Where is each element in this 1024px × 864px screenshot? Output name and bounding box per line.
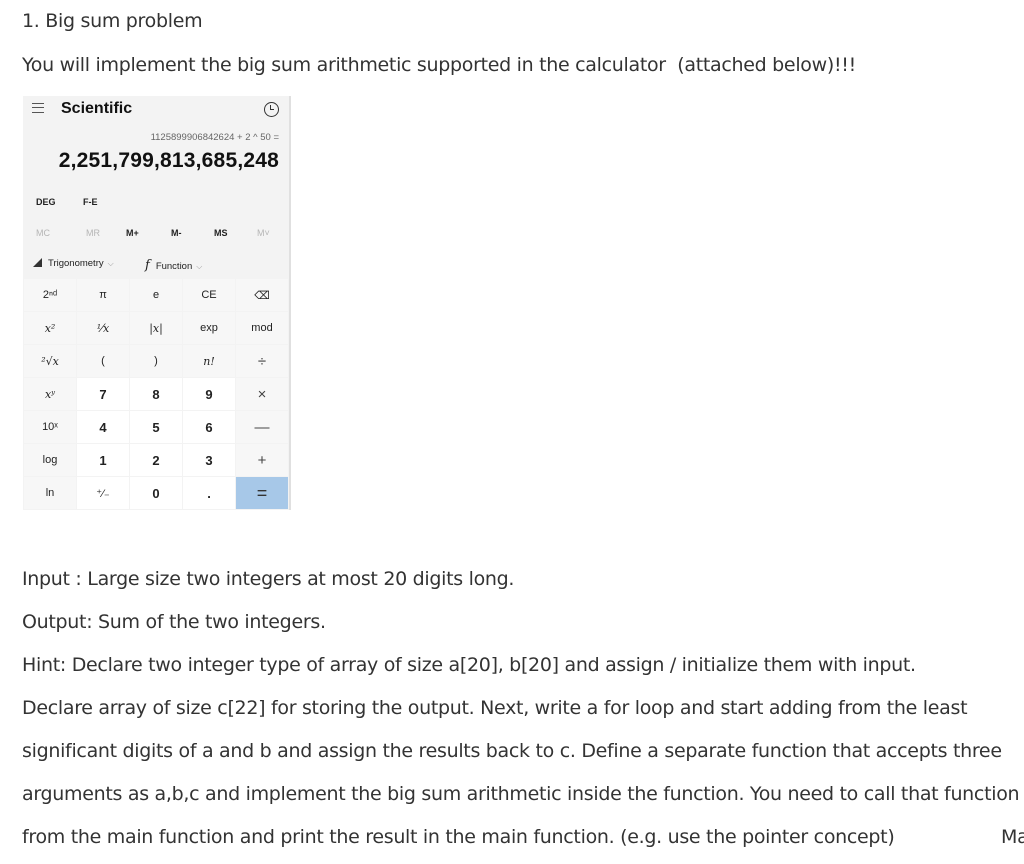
calculator-header: Scientific [23, 96, 289, 122]
digit-1-key[interactable]: 1 [77, 444, 129, 476]
mod-key[interactable]: mod [236, 312, 288, 344]
subtract-key[interactable]: — [236, 411, 288, 443]
fe-button[interactable]: F-E [83, 197, 98, 207]
close-paren-key[interactable]: ) [130, 345, 182, 377]
log-key[interactable]: log [24, 444, 76, 476]
digit-4-key[interactable]: 4 [77, 411, 129, 443]
e-key[interactable]: e [130, 279, 182, 311]
chevron-down-icon: ⌵ [107, 259, 114, 268]
intro-text: You will implement the big sum arithmeti… [22, 54, 856, 76]
memory-store-button[interactable]: MS [214, 228, 228, 238]
backspace-key[interactable]: ⌫ [236, 279, 288, 311]
angle-mode-button[interactable]: DEG [36, 197, 56, 207]
digit-6-key[interactable]: 6 [183, 411, 235, 443]
digit-7-key[interactable]: 7 [77, 378, 129, 410]
trigonometry-label: Trigonometry [48, 258, 104, 269]
digit-9-key[interactable]: 9 [183, 378, 235, 410]
memory-add-button[interactable]: M+ [126, 228, 139, 238]
digit-3-key[interactable]: 3 [183, 444, 235, 476]
clear-entry-key[interactable]: CE [183, 279, 235, 311]
power-key[interactable]: xʸ [24, 378, 76, 410]
equals-key[interactable]: = [236, 477, 288, 509]
absolute-key[interactable]: |x| [130, 312, 182, 344]
chevron-down-icon: ⌵ [196, 262, 203, 271]
trigonometry-dropdown[interactable]: Trigonometry ⌵ [33, 258, 114, 269]
hint-line-2: Declare array of size c[22] for storing … [22, 697, 968, 719]
hamburger-icon[interactable] [32, 103, 44, 113]
function-label: Function [155, 261, 193, 272]
decimal-key[interactable]: . [183, 477, 235, 509]
digit-5-key[interactable]: 5 [130, 411, 182, 443]
hint-line-4: arguments as a,b,c and implement the big… [22, 783, 1020, 805]
digit-2-key[interactable]: 2 [130, 444, 182, 476]
memory-clear-button[interactable]: MC [36, 228, 50, 238]
factorial-key[interactable]: n! [183, 345, 235, 377]
hint-line-3: significant digits of a and b and assign… [22, 740, 1002, 762]
memory-subtract-button[interactable]: M- [171, 228, 182, 238]
divide-key[interactable]: ÷ [236, 345, 288, 377]
open-paren-key[interactable]: ( [77, 345, 129, 377]
second-function-key[interactable]: 2ⁿᵈ [24, 279, 76, 311]
function-dropdown[interactable]: f Function ⌵ [145, 258, 202, 273]
input-spec: Input : Large size two integers at most … [22, 568, 515, 590]
reciprocal-key[interactable]: ¹⁄x [77, 312, 129, 344]
truncated-text: Ma [1001, 826, 1024, 848]
calculator-mode-title: Scientific [61, 100, 133, 117]
digit-0-key[interactable]: 0 [130, 477, 182, 509]
negate-key[interactable]: ⁺⁄₋ [77, 477, 129, 509]
hint-line-5: from the main function and print the res… [22, 826, 895, 848]
function-icon: f [145, 258, 150, 273]
problem-heading: 1. Big sum problem [22, 10, 203, 32]
calculator-result: 2,251,799,813,685,248 [58, 149, 279, 172]
calculator-screenshot: Scientific 1125899906842624 + 2 ^ 50 = 2… [23, 96, 291, 510]
memory-list-button[interactable]: M˅ [257, 228, 270, 238]
square-key[interactable]: x² [24, 312, 76, 344]
exp-key[interactable]: exp [183, 312, 235, 344]
add-key[interactable]: + [236, 444, 288, 476]
square-root-key[interactable]: ²√x [24, 345, 76, 377]
multiply-key[interactable]: × [236, 378, 288, 410]
pi-key[interactable]: π [77, 279, 129, 311]
ten-power-key[interactable]: 10ˣ [24, 411, 76, 443]
output-spec: Output: Sum of the two integers. [22, 611, 326, 633]
keypad: 2ⁿᵈ π e CE ⌫ x² ¹⁄x |x| exp mod ²√x ( ) … [24, 279, 288, 509]
history-icon[interactable] [264, 102, 279, 117]
calculator-expression: 1125899906842624 + 2 ^ 50 = [150, 132, 279, 143]
digit-8-key[interactable]: 8 [130, 378, 182, 410]
hint-line-1: Hint: Declare two integer type of array … [22, 654, 916, 676]
triangle-ruler-icon [33, 258, 42, 267]
memory-recall-button[interactable]: MR [86, 228, 100, 238]
ln-key[interactable]: ln [24, 477, 76, 509]
